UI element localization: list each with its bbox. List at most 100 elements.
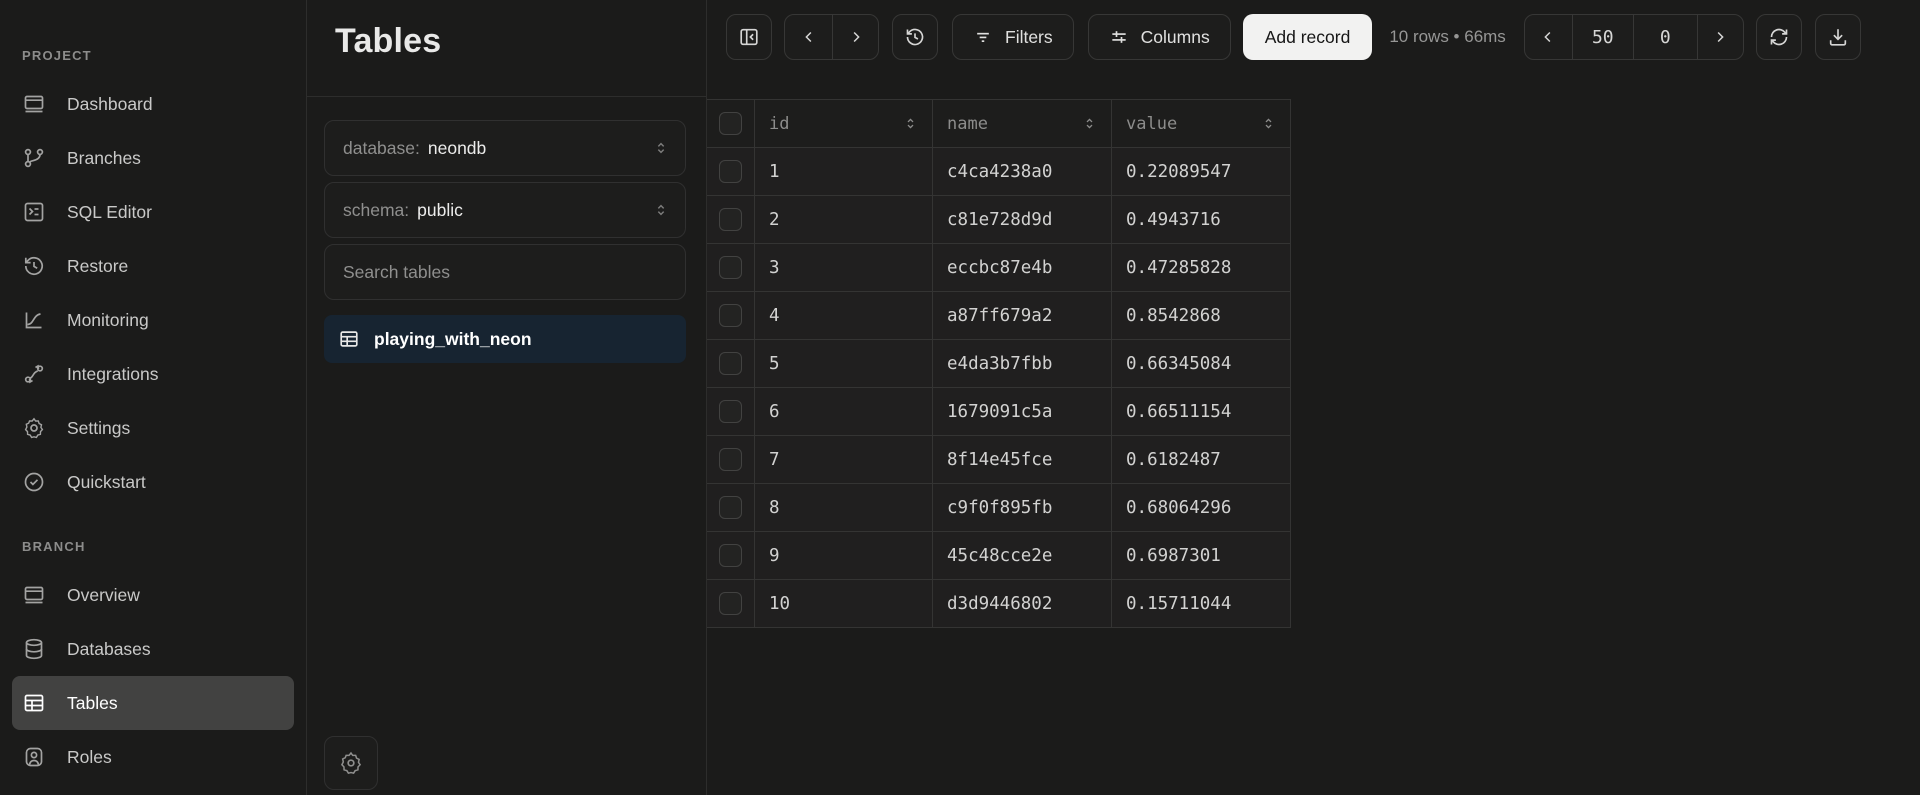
table-row: 5 e4da3b7fbb 0.66345084 (707, 340, 1291, 388)
table-list-item-playing_with_neon[interactable]: playing_with_neon (324, 315, 686, 363)
row-checkbox[interactable] (719, 160, 742, 183)
next-page-button[interactable] (1697, 15, 1743, 59)
cell-value[interactable]: 0.6182487 (1111, 436, 1291, 484)
cell-value[interactable]: 0.68064296 (1111, 484, 1291, 532)
sidebar-item-quickstart[interactable]: Quickstart (12, 455, 294, 509)
cell-id[interactable]: 2 (754, 196, 932, 244)
sidebar-item-dashboard[interactable]: Dashboard (12, 77, 294, 131)
cell-value[interactable]: 0.66345084 (1111, 340, 1291, 388)
cell-name[interactable]: 8f14e45fce (932, 436, 1111, 484)
cell-value[interactable]: 0.4943716 (1111, 196, 1291, 244)
sort-icon[interactable] (1261, 116, 1276, 131)
cell-value[interactable]: 0.15711044 (1111, 580, 1291, 628)
sidebar-item-branches[interactable]: Branches (12, 131, 294, 185)
sidebar-item-roles[interactable]: Roles (12, 730, 294, 784)
sidebar-item-monitoring[interactable]: Monitoring (12, 293, 294, 347)
search-tables-box (324, 244, 686, 300)
redo-button[interactable] (832, 15, 878, 59)
cell-name[interactable]: c81e728d9d (932, 196, 1111, 244)
chevron-right-icon (1711, 28, 1729, 46)
row-checkbox[interactable] (719, 208, 742, 231)
chevron-updown-icon (653, 202, 669, 218)
cell-id[interactable]: 4 (754, 292, 932, 340)
cell-value[interactable]: 0.66511154 (1111, 388, 1291, 436)
filter-icon (973, 27, 993, 47)
cell-id[interactable]: 7 (754, 436, 932, 484)
cell-value[interactable]: 0.8542868 (1111, 292, 1291, 340)
cell-name[interactable]: a87ff679a2 (932, 292, 1111, 340)
cell-id[interactable]: 10 (754, 580, 932, 628)
gear-icon (338, 750, 364, 776)
row-checkbox[interactable] (719, 256, 742, 279)
row-checkbox[interactable] (719, 352, 742, 375)
cell-id[interactable]: 3 (754, 244, 932, 292)
table-list-item-label: playing_with_neon (374, 329, 532, 350)
cell-name[interactable]: c9f0f895fb (932, 484, 1111, 532)
neon-console-window: PROJECT Dashboard Branches SQL Editor Re… (0, 0, 1920, 795)
sidebar-item-label: Monitoring (67, 310, 149, 331)
column-header-name[interactable]: name (932, 100, 1111, 148)
cell-id[interactable]: 1 (754, 148, 932, 196)
download-button[interactable] (1815, 14, 1861, 60)
sidebar-item-label: Overview (67, 585, 140, 606)
refresh-button[interactable] (1756, 14, 1802, 60)
collapse-panel-button[interactable] (726, 14, 772, 60)
cell-name[interactable]: 45c48cce2e (932, 532, 1111, 580)
sidebar-item-sql-editor[interactable]: SQL Editor (12, 185, 294, 239)
row-checkbox[interactable] (719, 592, 742, 615)
prev-page-button[interactable] (1525, 15, 1572, 59)
cell-name[interactable]: c4ca4238a0 (932, 148, 1111, 196)
column-header-id[interactable]: id (754, 100, 932, 148)
sidebar-item-overview[interactable]: Overview (12, 568, 294, 622)
cell-id[interactable]: 8 (754, 484, 932, 532)
query-history-button[interactable] (892, 14, 938, 60)
database-select[interactable]: database: neondb (324, 120, 686, 176)
table-list: playing_with_neon (324, 315, 686, 363)
result-status: 10 rows • 66ms (1389, 27, 1506, 47)
page-offset-field[interactable]: 0 (1633, 15, 1697, 59)
add-record-button[interactable]: Add record (1243, 14, 1373, 60)
filters-button[interactable]: Filters (952, 14, 1074, 60)
cell-value[interactable]: 0.6987301 (1111, 532, 1291, 580)
database-select-label: database: (343, 138, 420, 159)
column-header-value[interactable]: value (1111, 100, 1291, 148)
sidebar-item-databases[interactable]: Databases (12, 622, 294, 676)
row-checkbox[interactable] (719, 544, 742, 567)
sidebar-item-tables[interactable]: Tables (12, 676, 294, 730)
table-row: 8 c9f0f895fb 0.68064296 (707, 484, 1291, 532)
database-select-value: neondb (428, 138, 486, 159)
columns-button[interactable]: Columns (1088, 14, 1231, 60)
schema-select[interactable]: schema: public (324, 182, 686, 238)
chevron-right-icon (847, 28, 865, 46)
sort-icon[interactable] (903, 116, 918, 131)
table-row: 9 45c48cce2e 0.6987301 (707, 532, 1291, 580)
row-checkbox[interactable] (719, 448, 742, 471)
cell-name[interactable]: eccbc87e4b (932, 244, 1111, 292)
panel-settings-button[interactable] (324, 736, 378, 790)
row-checkbox[interactable] (719, 400, 742, 423)
table-row: 10 d3d9446802 0.15711044 (707, 580, 1291, 628)
cell-id[interactable]: 5 (754, 340, 932, 388)
databases-icon (22, 637, 46, 661)
cell-name[interactable]: 1679091c5a (932, 388, 1111, 436)
sort-icon[interactable] (1082, 116, 1097, 131)
cell-id[interactable]: 6 (754, 388, 932, 436)
row-checkbox[interactable] (719, 496, 742, 519)
cell-value[interactable]: 0.22089547 (1111, 148, 1291, 196)
row-checkbox[interactable] (719, 304, 742, 327)
sidebar-item-restore[interactable]: Restore (12, 239, 294, 293)
cell-value[interactable]: 0.47285828 (1111, 244, 1291, 292)
sidebar: PROJECT Dashboard Branches SQL Editor Re… (0, 0, 306, 795)
cell-name[interactable]: e4da3b7fbb (932, 340, 1111, 388)
search-tables-input[interactable] (343, 262, 667, 283)
select-all-checkbox[interactable] (719, 112, 742, 135)
sidebar-item-label: Branches (67, 148, 141, 169)
branches-icon (22, 146, 46, 170)
undo-button[interactable] (785, 15, 832, 59)
page-size-field[interactable]: 50 (1572, 15, 1633, 59)
table-row: 4 a87ff679a2 0.8542868 (707, 292, 1291, 340)
cell-id[interactable]: 9 (754, 532, 932, 580)
cell-name[interactable]: d3d9446802 (932, 580, 1111, 628)
sidebar-item-settings[interactable]: Settings (12, 401, 294, 455)
sidebar-item-integrations[interactable]: Integrations (12, 347, 294, 401)
